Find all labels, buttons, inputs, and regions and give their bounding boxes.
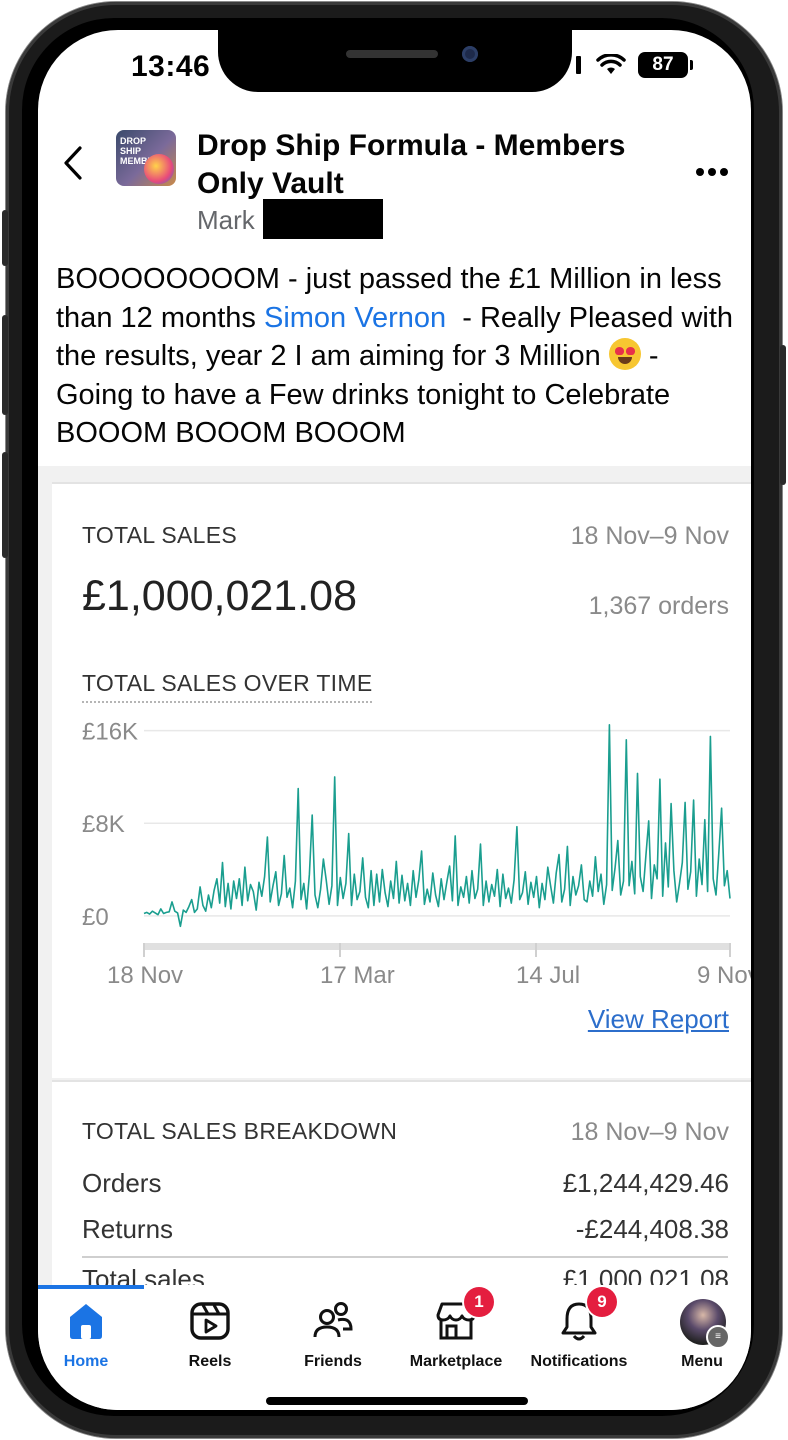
group-avatar[interactable]: DROP SHIP MEMBERS: [116, 130, 176, 186]
breakdown-label: TOTAL SALES BREAKDOWN: [82, 1118, 398, 1144]
more-horizontal-icon: [696, 168, 728, 176]
menu-hamburger-icon: ≡: [706, 1325, 730, 1349]
sales-series-line: [143, 724, 731, 928]
reels-icon: [188, 1299, 232, 1343]
group-name[interactable]: Drop Ship Formula - Members Only Vault: [197, 127, 667, 203]
profile-avatar-image: ≡: [680, 1299, 730, 1349]
tab-reels-label: Reels: [188, 1353, 232, 1370]
redacted-name: [263, 199, 383, 239]
view-report-link[interactable]: View Report: [588, 1004, 729, 1035]
tab-friends-label: Friends: [304, 1353, 362, 1370]
post-body: BOOOOOOOOM - just passed the £1 Million …: [56, 260, 736, 453]
chart-title: TOTAL SALES OVER TIME: [82, 670, 373, 703]
returns-row-label: Returns: [82, 1214, 174, 1244]
total-sales-value: £1,000,021.08: [82, 572, 357, 620]
x-tick-label: 18 Nov: [107, 962, 183, 989]
tab-home[interactable]: Home: [38, 1299, 146, 1371]
marketplace-icon: 1: [434, 1287, 494, 1343]
total-sales-date-range: 18 Nov–9 Nov: [570, 522, 729, 550]
wifi-icon: [596, 54, 626, 74]
x-tick-label: 14 Jul: [516, 962, 580, 989]
post-image[interactable]: TOTAL SALES 18 Nov–9 Nov £1,000,021.08 1…: [38, 466, 751, 1326]
tab-menu[interactable]: ≡ Menu: [642, 1299, 751, 1371]
notifications-badge: 9: [587, 1287, 617, 1317]
back-button[interactable]: [62, 145, 84, 188]
front-camera: [462, 46, 478, 62]
post-header: DROP SHIP MEMBERS Drop Ship Formula - Me…: [38, 125, 751, 255]
silent-switch: [2, 210, 8, 266]
active-tab-indicator: [38, 1285, 144, 1289]
more-options-button[interactable]: [695, 147, 729, 186]
bottom-tab-bar: Home Reels Friends 1 Marketplace 9 Notif…: [38, 1285, 751, 1410]
tab-notifications[interactable]: 9 Notifications: [519, 1287, 639, 1371]
group-avatar-graphic: [144, 154, 174, 184]
tab-marketplace[interactable]: 1 Marketplace: [396, 1287, 516, 1371]
x-tick-label: 9 Nov: [697, 962, 751, 989]
y-tick-label: £0: [82, 904, 109, 931]
tab-friends[interactable]: Friends: [273, 1299, 393, 1371]
breakdown-divider: [82, 1256, 728, 1258]
y-tick-label: £8K: [82, 811, 125, 838]
x-tick-label: 17 Mar: [320, 962, 395, 989]
marketplace-badge: 1: [464, 1287, 494, 1317]
notch: [218, 30, 572, 92]
home-indicator: [266, 1397, 528, 1405]
tab-reels[interactable]: Reels: [150, 1299, 270, 1371]
screen: 13:46 87 DROP SHIP MEMBERS Drop Ship For…: [38, 30, 751, 1410]
orders-row-value: £1,244,429.46: [562, 1168, 729, 1198]
tab-home-label: Home: [63, 1353, 109, 1370]
tab-notifications-label: Notifications: [530, 1353, 628, 1370]
y-tick-label: £16K: [82, 719, 138, 746]
breakdown-date-range: 18 Nov–9 Nov: [570, 1118, 729, 1146]
heart-eyes-emoji-icon: [608, 338, 641, 370]
signal-icon: [576, 56, 584, 74]
bell-icon: 9: [557, 1287, 617, 1343]
mention-link[interactable]: Simon Vernon: [264, 302, 446, 334]
orders-count: 1,367 orders: [588, 592, 729, 620]
friends-icon: [311, 1299, 355, 1343]
total-sales-label: TOTAL SALES: [82, 522, 237, 548]
tab-menu-label: Menu: [681, 1353, 723, 1370]
x-axis-bar: [144, 943, 730, 950]
chevron-left-icon: [64, 146, 82, 180]
home-icon: [64, 1299, 108, 1343]
status-time: 13:46: [131, 50, 211, 83]
post-author[interactable]: Mark: [197, 205, 255, 236]
volume-down-button: [2, 452, 8, 558]
total-sales-card: TOTAL SALES 18 Nov–9 Nov £1,000,021.08 1…: [52, 482, 751, 1078]
power-button: [780, 345, 786, 485]
status-indicators: 87: [576, 52, 693, 78]
tab-marketplace-label: Marketplace: [409, 1353, 503, 1370]
volume-up-button: [2, 315, 8, 415]
profile-avatar: ≡: [680, 1299, 730, 1349]
sales-over-time-chart: £16K £8K £0 18 Nov 17 Mar 14 Jul 9 Nov: [82, 719, 751, 989]
speaker-grille: [346, 50, 438, 58]
battery-level: 87: [638, 52, 688, 78]
battery-indicator: 87: [638, 52, 693, 78]
orders-row-label: Orders: [82, 1168, 162, 1198]
returns-row-value: -£244,408.38: [575, 1214, 729, 1244]
